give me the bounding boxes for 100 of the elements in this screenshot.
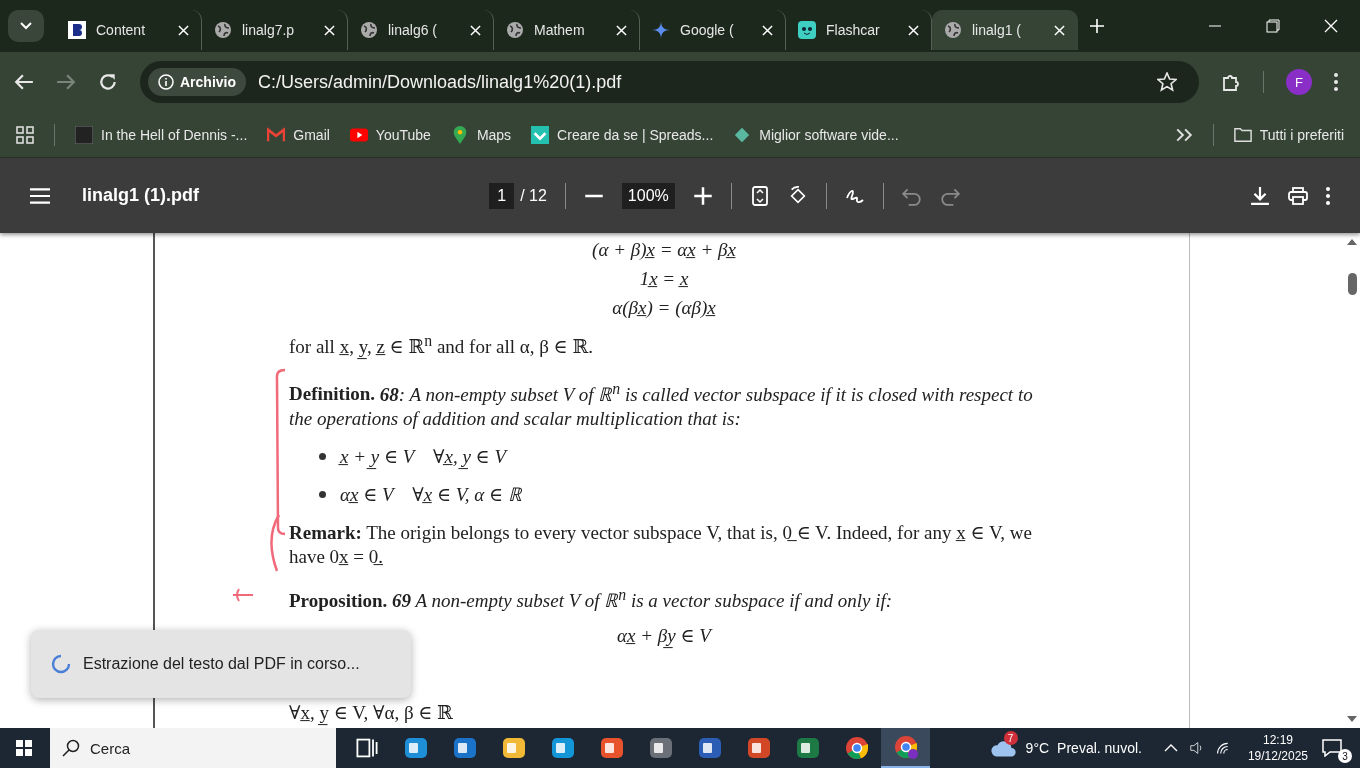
scroll-up-icon[interactable] (1347, 239, 1357, 245)
bookmark-label: YouTube (375, 126, 431, 143)
tab-title: linalg6 ( (388, 22, 439, 38)
forward-arrow-icon[interactable] (56, 72, 76, 92)
caret-icon (20, 22, 32, 30)
tab-title: Google ( (680, 22, 735, 38)
bookmark-item[interactable]: Miglior software vide... (733, 125, 899, 144)
document-title: linalg1 (1).pdf (82, 185, 199, 206)
theorem-text: Proposition. 69 A non-empty subset V of ℝ$^{n}$ is a vector subspace if and only if: (289, 584, 894, 613)
bookmark-label: Creare da se | Spreads... (557, 126, 714, 143)
speaker-icon[interactable] (1189, 741, 1204, 755)
check-icon (531, 125, 550, 144)
fit-page-icon[interactable] (749, 185, 770, 206)
browser-tab[interactable]: linalg7.p (202, 10, 348, 50)
equation: 1x̲ = x̲ (639, 268, 689, 289)
browser-tab[interactable]: linalg6 ( (348, 10, 494, 50)
smiley-icon (798, 21, 816, 39)
close-icon[interactable] (616, 24, 627, 36)
scroll-down-icon[interactable] (1347, 716, 1357, 722)
theorem-text: Remark: The origin belongs to every vector subspace V, that is, 0̲ ∈ V. Indeed, for any x̲ ∈ V, we have 0x̲ = 0̲. (289, 520, 1033, 569)
info-icon (158, 74, 174, 90)
paragraph: ∀x̲, y̲ ∈ V, ∀α, β ∈ ℝ (289, 702, 453, 723)
menu-icon[interactable] (30, 185, 50, 206)
browser-tab[interactable]: Mathem (494, 10, 640, 50)
tab-title: Flashcar (826, 22, 881, 38)
search-field[interactable]: Cerca (50, 728, 336, 768)
close-icon[interactable] (324, 24, 335, 36)
time: 12:19 (1262, 732, 1293, 748)
print-icon[interactable] (1288, 185, 1308, 206)
bookmark-label: Gmail (293, 126, 330, 143)
bookmark-item[interactable]: YouTube (349, 125, 431, 144)
mail-icon (267, 125, 286, 144)
diamond-icon (733, 125, 752, 144)
page-number-field[interactable]: 1 (489, 182, 515, 209)
site-info-chip[interactable]: Archivio (148, 68, 246, 96)
theorem-text: Definition. 68: A non-empty subset V of ℝ$^{n}$ is called vector subspace if it is closed with respect to the operations of addition and scalar multiplication that is: (289, 378, 1034, 431)
browser-tab[interactable]: Content (56, 10, 202, 50)
bullet-text: x̲ + y̲ ∈ V ∀x̲, y̲ ∈ V (340, 444, 507, 469)
zoom-field[interactable]: 100% (621, 182, 675, 209)
bookmark-item[interactable]: In the Hell of Dennis -... (75, 125, 248, 144)
b-logo-icon (68, 21, 86, 39)
close-icon[interactable] (908, 24, 919, 36)
equation: αx̲ + βy̲ ∈ V (617, 625, 711, 646)
new-tab-icon[interactable] (1090, 19, 1104, 33)
bookmark-item[interactable]: Maps (450, 125, 512, 144)
notification-count: 3 (1338, 749, 1352, 763)
close-icon[interactable] (470, 24, 481, 36)
clock[interactable]: 12:19 19/12/2025 (1247, 732, 1308, 764)
menu-icon[interactable] (1334, 73, 1338, 91)
download-icon[interactable] (1250, 185, 1270, 206)
play-icon (349, 125, 368, 144)
weather-text: Preval. nuvol. (1057, 740, 1142, 756)
task-view-icon (354, 736, 379, 760)
folder-icon (1233, 125, 1252, 144)
wifi-icon[interactable] (1215, 741, 1230, 755)
apps-grid-icon[interactable] (16, 125, 34, 144)
temperature: 9°C (1025, 740, 1050, 756)
weather-badge: 7 (1003, 731, 1018, 745)
browser-tab[interactable]: linalg1 ( (932, 10, 1078, 50)
close-icon[interactable] (178, 24, 189, 36)
bookmark-item[interactable]: Gmail (267, 125, 330, 144)
tab-search-button[interactable] (8, 10, 44, 42)
bookmark-label: In the Hell of Dennis -... (101, 126, 248, 143)
bookmark-label: Miglior software vide... (759, 126, 899, 143)
page-total: / 12 (520, 186, 547, 205)
globe-icon (214, 21, 232, 39)
profile-avatar[interactable]: F (1286, 69, 1312, 95)
url-text: C:/Users/admin/Downloads/linalg1%20(1).pdf (258, 71, 623, 93)
bullet-dot (319, 491, 326, 499)
notifications-button[interactable]: 3 (1322, 733, 1352, 763)
close-icon[interactable] (1324, 19, 1338, 33)
pen-mark-annotation (231, 586, 255, 603)
weather-widget[interactable]: 7 9°C Preval. nuvol. (989, 728, 1142, 768)
browser-tab[interactable]: Google ( (640, 10, 786, 50)
search-icon (62, 739, 80, 757)
bookmark-item[interactable]: Creare da se | Spreads... (531, 125, 714, 144)
bullet-text: αx̲ ∈ V ∀x̲ ∈ V, α ∈ ℝ (340, 482, 522, 507)
puzzle-icon[interactable] (1221, 72, 1241, 92)
address-bar[interactable]: Archivio C:/Users/admin/Downloads/linalg1%20(1).pdf (140, 61, 1199, 103)
date: 19/12/2025 (1247, 748, 1308, 764)
windows-logo-icon[interactable] (16, 740, 32, 756)
bookmark-label: Maps (476, 126, 512, 143)
close-icon[interactable] (1054, 24, 1065, 36)
equation: (α + β)x̲ = αx̲ + βx̲ (592, 239, 736, 260)
tab-title: linalg7.p (242, 22, 296, 38)
tab-title: linalg1 ( (972, 22, 1023, 38)
close-icon[interactable] (762, 24, 773, 36)
spinner-icon (51, 654, 71, 674)
reload-icon[interactable] (98, 72, 118, 92)
restore-icon[interactable] (1266, 19, 1280, 33)
star-icon[interactable] (1157, 72, 1177, 92)
more-options-icon[interactable] (1326, 185, 1330, 206)
parenthesis-annotation (267, 512, 281, 573)
globe-icon (506, 21, 524, 39)
browser-tab[interactable]: Flashcar (786, 10, 932, 50)
scrollbar-thumb[interactable] (1347, 273, 1357, 295)
globe-icon (944, 21, 962, 39)
back-arrow-icon[interactable] (14, 72, 34, 92)
zoom-in-icon[interactable] (692, 185, 713, 206)
all-bookmarks-button[interactable]: Tutti i preferiti (1233, 125, 1344, 144)
